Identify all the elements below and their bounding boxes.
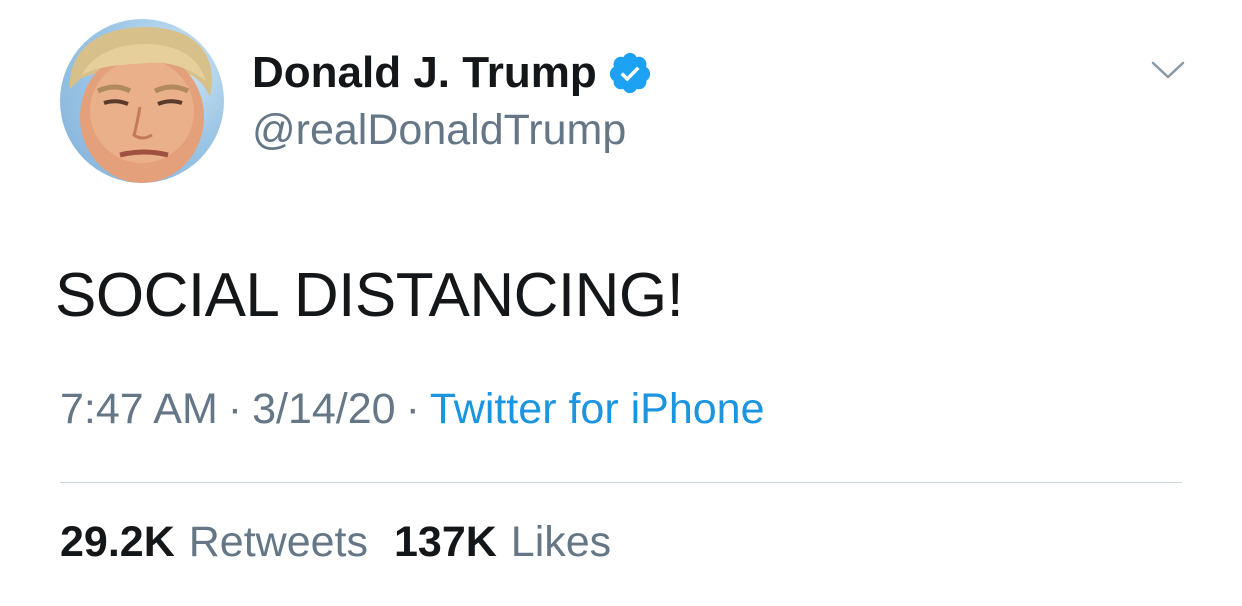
tweet-card: Donald J. Trump @realDonaldTrump SOCIAL … — [0, 0, 1242, 606]
avatar[interactable] — [60, 19, 224, 183]
chevron-down-icon — [1151, 61, 1185, 79]
tweet-source-link[interactable]: Twitter for iPhone — [430, 385, 765, 433]
verified-badge-icon — [607, 50, 653, 96]
name-row: Donald J. Trump — [252, 45, 653, 101]
retweets-count: 29.2K — [60, 518, 175, 566]
retweets-label: Retweets — [188, 518, 368, 566]
tweet-menu-button[interactable] — [1148, 52, 1188, 88]
tweet-stats: 29.2K Retweets 137K Likes — [60, 518, 637, 567]
display-name[interactable]: Donald J. Trump — [252, 48, 597, 98]
meta-separator: · — [227, 385, 243, 433]
retweets-stat[interactable]: 29.2K Retweets — [60, 518, 368, 567]
user-handle[interactable]: @realDonaldTrump — [252, 106, 626, 155]
tweet-meta: 7:47 AM · 3/14/20 · Twitter for iPhone — [60, 385, 764, 434]
profile-photo-icon — [69, 27, 212, 183]
likes-count: 137K — [394, 518, 497, 566]
likes-label: Likes — [510, 518, 612, 566]
tweet-text: SOCIAL DISTANCING! — [55, 261, 684, 330]
tweet-time[interactable]: 7:47 AM — [60, 385, 218, 433]
divider — [60, 482, 1182, 483]
tweet-date[interactable]: 3/14/20 — [252, 385, 395, 433]
meta-separator: · — [405, 385, 420, 433]
likes-stat[interactable]: 137K Likes — [394, 518, 611, 567]
